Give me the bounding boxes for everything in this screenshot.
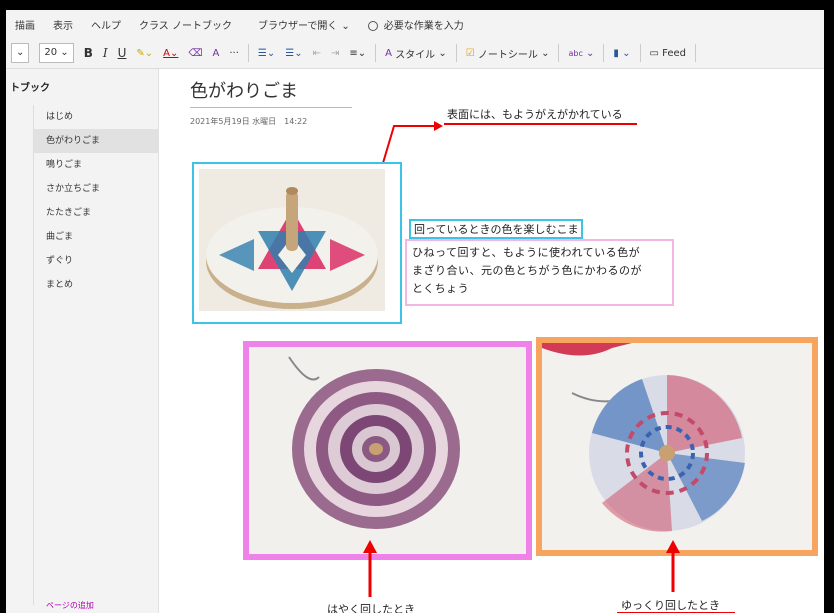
page-list-sidebar: トブック はじめ 色がわりごま 鳴りごま さか立ちごま たたきごま 曲ごま ずぐ…	[6, 69, 159, 613]
fast-spin-illustration	[249, 347, 526, 554]
underline-mark	[444, 123, 637, 125]
styles-label: スタイル	[395, 49, 436, 61]
photo-area	[199, 169, 385, 311]
label-slow-spin: ゆっくり回したとき	[621, 599, 720, 612]
divider	[603, 44, 605, 62]
feed-label: Feed	[662, 47, 686, 59]
page-list: はじめ 色がわりごま 鳴りごま さか立ちごま たたきごま 曲ごま ずぐり まとめ	[33, 105, 159, 605]
divider	[247, 44, 249, 62]
menu-view[interactable]: 表示	[44, 17, 82, 32]
arrow-up-icon	[666, 540, 680, 592]
indent-icon[interactable]: ⇥	[326, 48, 344, 59]
divider	[695, 44, 696, 62]
lightbulb-icon	[367, 20, 378, 31]
page-item-irogawari-goma[interactable]: 色がわりごま	[34, 129, 159, 153]
highlight-icon[interactable]: ✎⌄	[131, 48, 158, 59]
page-title[interactable]: 色がわりごま	[190, 77, 352, 108]
photo-area	[542, 343, 812, 550]
ribbon-toolbar: ⌄ 20 ⌄ B I U ✎⌄ A⌄ ⌫ A ··· ☰⌄ ☰⌄ ⇤ ⇥ ≡⌄ …	[6, 38, 824, 69]
outdent-icon[interactable]: ⇤	[308, 48, 326, 59]
styles-button[interactable]: A スタイル ⌄	[380, 46, 452, 61]
spinning-top-illustration	[199, 169, 385, 311]
styles-icon: A	[385, 47, 392, 59]
font-size-dropdown[interactable]: 20 ⌄	[34, 43, 78, 63]
bullet-list-icon[interactable]: ☰⌄	[253, 48, 280, 59]
slow-spin-photo[interactable]	[536, 337, 818, 556]
feed-icon: ▭	[649, 47, 659, 59]
spelling-button[interactable]: abc ⌄	[563, 48, 599, 59]
font-color-icon[interactable]: A⌄	[158, 48, 183, 59]
page-item-nari-goma[interactable]: 鳴りごま	[34, 153, 159, 177]
slow-spin-illustration	[542, 343, 812, 550]
menu-bar: 描画 表示 ヘルプ クラス ノートブック ブラウザーで開く ⌄ 必要な作業を入力	[6, 10, 824, 38]
more-button[interactable]: ···	[224, 48, 244, 59]
desc-line: とくちょう	[412, 282, 470, 295]
note-canvas[interactable]: 色がわりごま 2021年5月19日 水曜日 14:22 表面には、もようがえがか…	[159, 69, 824, 613]
open-in-browser-button[interactable]: ブラウザーで開く ⌄	[249, 17, 359, 32]
arrow-up-icon	[363, 540, 377, 597]
spelling-icon: abc	[568, 48, 583, 58]
font-size-value: 20	[44, 47, 58, 58]
align-icon[interactable]: ≡⌄	[344, 48, 371, 59]
clear-format-icon[interactable]: ⌫	[183, 48, 207, 59]
add-page-button[interactable]: ページの追加	[46, 600, 94, 611]
bold-button[interactable]: B	[79, 46, 98, 60]
description-box[interactable]: ひねって回すと、もように使われている色が まざり合い、元の色とちがう色にかわるの…	[405, 239, 674, 306]
tag-icon: ☑	[465, 47, 475, 59]
koma-top-photo[interactable]	[192, 162, 402, 324]
notebook-heading: トブック	[10, 83, 50, 94]
label-fast-spin: はやく回したとき	[327, 603, 415, 613]
note-tag-label: ノートシール	[477, 49, 538, 61]
tell-me-label: 必要な作業を入力	[383, 20, 464, 32]
menu-draw[interactable]: 描画	[6, 17, 44, 32]
label-enjoy-colors: 回っているときの色を楽しむこま	[409, 219, 584, 239]
chevron-down-icon: ⌄	[11, 43, 30, 63]
page-item-matome[interactable]: まとめ	[34, 273, 159, 297]
page-item-tataki-goma[interactable]: たたきごま	[34, 201, 159, 225]
note-tag-button[interactable]: ☑ ノートシール ⌄	[461, 46, 555, 61]
divider	[558, 44, 560, 62]
dictate-button[interactable]: ▮ ⌄	[608, 48, 635, 59]
page-date: 2021年5月19日 水曜日 14:22	[190, 117, 308, 126]
photo-area	[249, 347, 526, 554]
divider	[639, 44, 641, 62]
divider	[455, 44, 457, 62]
page-item-hajime[interactable]: はじめ	[34, 105, 159, 129]
menu-class-notebook[interactable]: クラス ノートブック	[130, 17, 241, 32]
italic-button[interactable]: I	[98, 46, 113, 60]
tell-me-search[interactable]: 必要な作業を入力	[359, 17, 473, 32]
onenote-window: 描画 表示 ヘルプ クラス ノートブック ブラウザーで開く ⌄ 必要な作業を入力 …	[6, 10, 824, 613]
fast-spin-photo[interactable]	[243, 341, 532, 560]
page-item-kyoku-goma[interactable]: 曲ごま	[34, 225, 159, 249]
chevron-down-icon: ⌄	[341, 20, 350, 32]
divider	[375, 44, 377, 62]
numbered-list-icon[interactable]: ☰⌄	[280, 48, 307, 59]
font-name-dropdown[interactable]: ⌄	[6, 43, 34, 63]
microphone-icon: ▮	[613, 47, 619, 59]
text-effect-icon[interactable]: A	[208, 48, 225, 59]
page-item-sakadachi-goma[interactable]: さか立ちごま	[34, 177, 159, 201]
open-in-browser-label: ブラウザーで開く	[257, 20, 338, 32]
label-surface-pattern: 表面には、もようがえがかれている	[447, 108, 623, 121]
menu-help[interactable]: ヘルプ	[82, 17, 130, 32]
page-item-zuguri[interactable]: ずぐり	[34, 249, 159, 273]
underline-button[interactable]: U	[113, 46, 132, 60]
desc-line: まざり合い、元の色とちがう色にかわるのが	[412, 264, 642, 277]
desc-line: ひねって回すと、もように使われている色が	[412, 246, 641, 259]
feed-button[interactable]: ▭ Feed	[645, 48, 692, 59]
annotation-arrow	[382, 121, 443, 164]
